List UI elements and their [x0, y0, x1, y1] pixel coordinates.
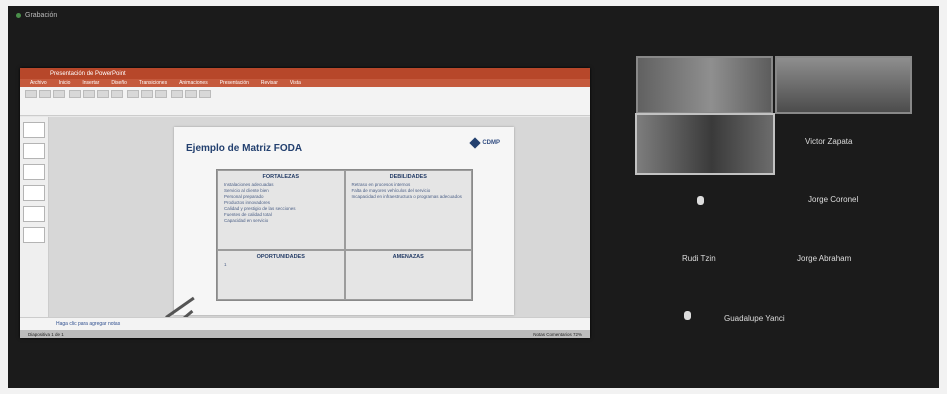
- slide[interactable]: Ejemplo de Matriz FODA CDMP FORTALEZAS I…: [174, 127, 514, 315]
- italic-button[interactable]: [83, 90, 95, 98]
- align-button[interactable]: [141, 90, 153, 98]
- status-right: Notas Comentarios 72%: [533, 331, 582, 337]
- font-group: [69, 90, 123, 112]
- tab-presentacion[interactable]: Presentación: [220, 80, 249, 86]
- bold-button[interactable]: [69, 90, 81, 98]
- participant-name: Victor Zapata: [805, 137, 853, 146]
- slide-thumbnail[interactable]: [23, 164, 45, 180]
- participant-name: Rudi Tzin: [682, 254, 716, 263]
- quadrant-heading: FORTALEZAS: [262, 174, 300, 180]
- foda-matrix: FORTALEZAS Instalaciones adecuadas Servi…: [216, 169, 473, 301]
- tab-revisar[interactable]: Revisar: [261, 80, 278, 86]
- tab-diseno[interactable]: Diseño: [111, 80, 127, 86]
- tab-vista[interactable]: Vista: [290, 80, 301, 86]
- status-bar: Diapositiva 1 de 1 Notas Comentarios 72%: [20, 330, 590, 338]
- video-feed: [638, 58, 771, 112]
- bullets-button[interactable]: [127, 90, 139, 98]
- recording-indicator-icon: [16, 12, 21, 18]
- list-item: Incapacidad en infraestructura o program…: [351, 194, 462, 199]
- participant-name: Jorge Coronel: [808, 195, 859, 204]
- powerpoint-titlebar: Presentación de PowerPoint: [20, 68, 590, 79]
- mic-icon: [697, 196, 704, 205]
- meeting-topbar: Grabación: [8, 6, 939, 24]
- quadrant-heading: AMENAZAS: [392, 254, 424, 260]
- quadrant-heading: OPORTUNIDADES: [256, 254, 305, 260]
- mic-icon: [684, 311, 691, 320]
- tab-archivo[interactable]: Archivo: [30, 80, 47, 86]
- participant-name: Guadalupe Yanci: [724, 314, 785, 323]
- font-color-button[interactable]: [111, 90, 123, 98]
- paragraph-group: [127, 90, 167, 112]
- ribbon: [20, 87, 590, 116]
- shapes-button[interactable]: [171, 90, 183, 98]
- slide-canvas: Ejemplo de Matriz FODA CDMP FORTALEZAS I…: [49, 117, 590, 320]
- powerpoint-window: Presentación de PowerPoint Archivo Inici…: [20, 68, 590, 338]
- slide-thumbnail[interactable]: [23, 185, 45, 201]
- participant-name: Jorge Abraham: [797, 254, 852, 263]
- slide-thumbnail[interactable]: [23, 143, 45, 159]
- quadrant-oportunidades[interactable]: OPORTUNIDADES 1: [217, 250, 345, 300]
- tab-transiciones[interactable]: Transiciones: [139, 80, 167, 86]
- slide-thumbnail[interactable]: [23, 227, 45, 243]
- notes-pane[interactable]: Haga clic para agregar notas: [20, 317, 590, 330]
- list-item: 1: [224, 262, 227, 267]
- quadrant-amenazas[interactable]: AMENAZAS: [344, 250, 472, 300]
- list-item: Capacidad en servicio: [224, 218, 269, 223]
- copy-button[interactable]: [53, 90, 65, 98]
- logo-text: CDMP: [482, 140, 500, 146]
- cut-button[interactable]: [39, 90, 51, 98]
- tab-inicio[interactable]: Inicio: [59, 80, 71, 86]
- ribbon-tabs: Archivo Inicio Insertar Diseño Transicio…: [20, 79, 590, 87]
- video-feed: [637, 115, 773, 173]
- clipboard-group: [25, 90, 65, 112]
- status-left: Diapositiva 1 de 1: [28, 331, 64, 337]
- quadrant-fortalezas[interactable]: FORTALEZAS Instalaciones adecuadas Servi…: [217, 170, 345, 250]
- tab-animaciones[interactable]: Animaciones: [179, 80, 208, 86]
- quadrant-debilidades[interactable]: DEBILIDADES Retraso en procesos internos…: [344, 170, 472, 250]
- slide-title[interactable]: Ejemplo de Matriz FODA: [186, 143, 302, 154]
- slide-thumbnail[interactable]: [23, 206, 45, 222]
- window-title: Grabación: [25, 11, 58, 19]
- tab-insertar[interactable]: Insertar: [82, 80, 99, 86]
- slide-logo: CDMP: [469, 137, 500, 149]
- slide-thumbnails: [20, 117, 49, 320]
- meeting-screen: Grabación Presentación de PowerPoint Arc…: [8, 6, 939, 388]
- slide-thumbnail[interactable]: [23, 122, 45, 138]
- video-tile[interactable]: [636, 56, 773, 114]
- quadrant-heading: DEBILIDADES: [389, 174, 427, 180]
- paste-button[interactable]: [25, 90, 37, 98]
- columns-button[interactable]: [155, 90, 167, 98]
- powerpoint-title: Presentación de PowerPoint: [50, 70, 126, 77]
- drawing-group: [171, 90, 211, 112]
- quick-styles-button[interactable]: [199, 90, 211, 98]
- video-tile[interactable]: [775, 56, 912, 114]
- logo-icon: [469, 137, 481, 149]
- underline-button[interactable]: [97, 90, 109, 98]
- notes-placeholder: Haga clic para agregar notas: [56, 321, 121, 327]
- video-tile-active[interactable]: [635, 113, 775, 175]
- arrange-button[interactable]: [185, 90, 197, 98]
- video-feed: [777, 58, 910, 112]
